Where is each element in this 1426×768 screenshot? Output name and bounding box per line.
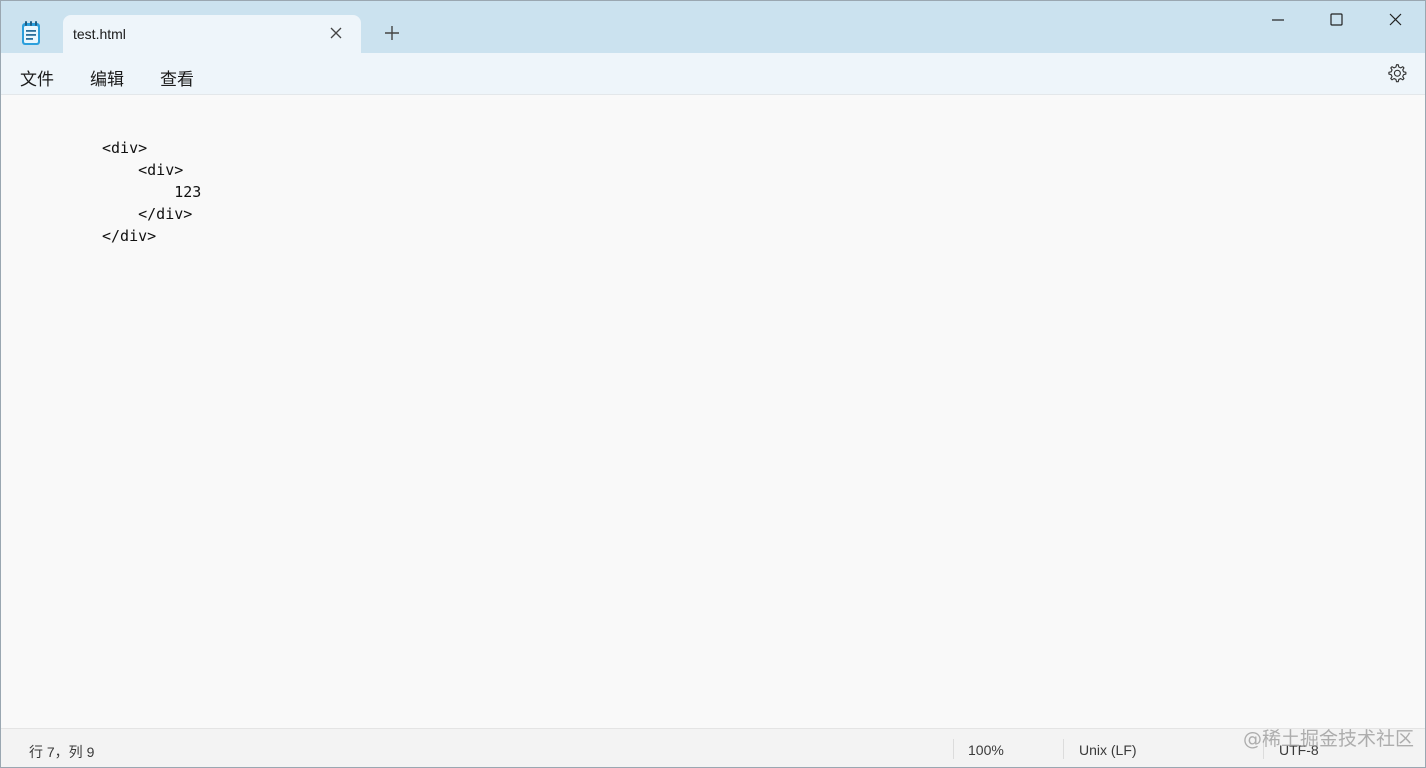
code-line: </div> bbox=[102, 205, 193, 223]
tab-test-html[interactable]: test.html bbox=[63, 15, 361, 53]
gear-icon[interactable] bbox=[1386, 63, 1407, 84]
line-ending[interactable]: Unix (LF) bbox=[1079, 742, 1137, 758]
code-content[interactable]: <div> <div> 123 </div> </div> bbox=[102, 137, 201, 247]
menu-bar: 文件 编辑 查看 bbox=[1, 53, 1425, 95]
menu-view[interactable]: 查看 bbox=[160, 65, 194, 90]
menu-file[interactable]: 文件 bbox=[20, 65, 54, 90]
zoom-level[interactable]: 100% bbox=[968, 742, 1004, 758]
notepad-window: test.html 文件 编辑 查看 <div> <div> 123 </div… bbox=[0, 0, 1426, 768]
status-divider bbox=[953, 739, 954, 759]
minimize-icon[interactable] bbox=[1263, 10, 1293, 30]
title-bar[interactable]: test.html bbox=[1, 1, 1425, 53]
code-line: 123 bbox=[102, 183, 202, 201]
cursor-position: 行 7，列 9 bbox=[29, 744, 95, 760]
text-editor[interactable]: <div> <div> 123 </div> </div> bbox=[1, 95, 1425, 727]
notepad-icon bbox=[22, 21, 40, 45]
status-bar: 行 7，列 9 100% Unix (LF) UTF-8 bbox=[1, 728, 1425, 767]
status-divider bbox=[1263, 739, 1264, 759]
encoding[interactable]: UTF-8 bbox=[1279, 742, 1319, 758]
status-divider bbox=[1063, 739, 1064, 759]
code-line: <div> bbox=[102, 161, 184, 179]
close-icon[interactable] bbox=[1380, 10, 1410, 30]
menu-edit[interactable]: 编辑 bbox=[90, 65, 124, 90]
code-line: </div> bbox=[102, 227, 157, 245]
code-line: <div> bbox=[102, 139, 148, 157]
plus-icon[interactable] bbox=[383, 24, 401, 42]
maximize-icon[interactable] bbox=[1321, 10, 1351, 30]
close-icon[interactable] bbox=[327, 24, 345, 42]
tab-title: test.html bbox=[73, 26, 126, 42]
